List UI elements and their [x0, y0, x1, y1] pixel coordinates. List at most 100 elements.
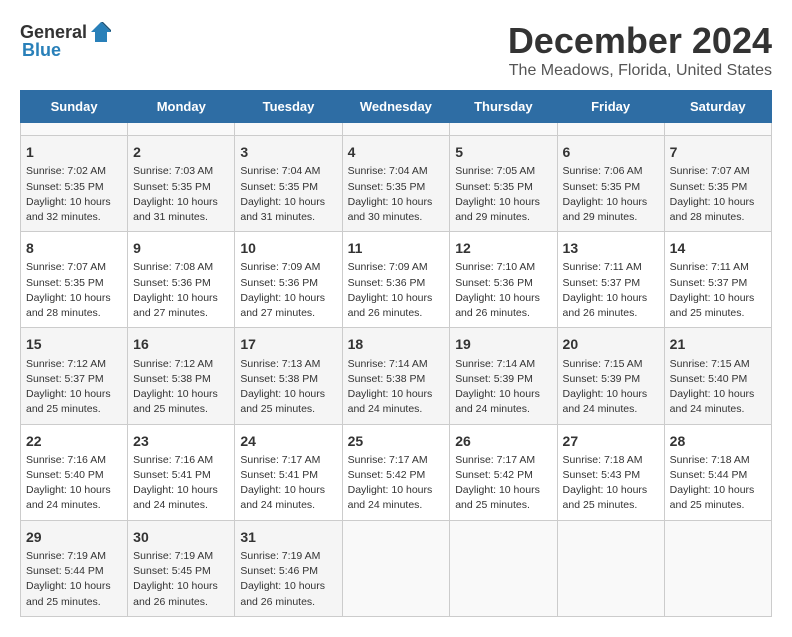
calendar-day-cell: 21Sunrise: 7:15 AMSunset: 5:40 PMDayligh… [664, 328, 771, 424]
sunset-text: Sunset: 5:42 PM [348, 468, 445, 483]
day-number: 23 [133, 431, 229, 451]
logo: General Blue [20, 20, 115, 61]
sunset-text: Sunset: 5:45 PM [133, 564, 229, 579]
calendar-day-cell [557, 123, 664, 136]
calendar-day-cell: 8Sunrise: 7:07 AMSunset: 5:35 PMDaylight… [21, 232, 128, 328]
day-number: 24 [240, 431, 336, 451]
calendar-day-cell: 1Sunrise: 7:02 AMSunset: 5:35 PMDaylight… [21, 136, 128, 232]
sunset-text: Sunset: 5:35 PM [670, 180, 766, 195]
calendar-header-cell-wednesday: Wednesday [342, 91, 450, 123]
sunrise-text: Sunrise: 7:17 AM [240, 453, 336, 468]
daylight-text: Daylight: 10 hours and 24 minutes. [348, 387, 445, 417]
calendar-day-cell [664, 520, 771, 616]
calendar-day-cell: 7Sunrise: 7:07 AMSunset: 5:35 PMDaylight… [664, 136, 771, 232]
day-number: 20 [563, 334, 659, 354]
sunset-text: Sunset: 5:37 PM [26, 372, 122, 387]
calendar-week-row: 1Sunrise: 7:02 AMSunset: 5:35 PMDaylight… [21, 136, 772, 232]
sunrise-text: Sunrise: 7:13 AM [240, 357, 336, 372]
day-number: 3 [240, 142, 336, 162]
sunset-text: Sunset: 5:35 PM [133, 180, 229, 195]
day-number: 10 [240, 238, 336, 258]
sunrise-text: Sunrise: 7:14 AM [348, 357, 445, 372]
calendar-day-cell [21, 123, 128, 136]
daylight-text: Daylight: 10 hours and 26 minutes. [348, 291, 445, 321]
main-title: December 2024 [508, 20, 772, 62]
sunset-text: Sunset: 5:36 PM [133, 276, 229, 291]
sunrise-text: Sunrise: 7:03 AM [133, 164, 229, 179]
calendar-day-cell: 31Sunrise: 7:19 AMSunset: 5:46 PMDayligh… [235, 520, 342, 616]
daylight-text: Daylight: 10 hours and 25 minutes. [670, 291, 766, 321]
title-area: December 2024 The Meadows, Florida, Unit… [508, 20, 772, 80]
day-number: 26 [455, 431, 551, 451]
calendar-week-row: 15Sunrise: 7:12 AMSunset: 5:37 PMDayligh… [21, 328, 772, 424]
sunset-text: Sunset: 5:36 PM [348, 276, 445, 291]
sunset-text: Sunset: 5:39 PM [455, 372, 551, 387]
sunrise-text: Sunrise: 7:19 AM [240, 549, 336, 564]
sunset-text: Sunset: 5:41 PM [133, 468, 229, 483]
day-number: 11 [348, 238, 445, 258]
sunset-text: Sunset: 5:46 PM [240, 564, 336, 579]
sunset-text: Sunset: 5:37 PM [670, 276, 766, 291]
day-number: 31 [240, 527, 336, 547]
daylight-text: Daylight: 10 hours and 31 minutes. [133, 195, 229, 225]
sunset-text: Sunset: 5:35 PM [240, 180, 336, 195]
calendar-day-cell: 9Sunrise: 7:08 AMSunset: 5:36 PMDaylight… [128, 232, 235, 328]
calendar-day-cell: 28Sunrise: 7:18 AMSunset: 5:44 PMDayligh… [664, 424, 771, 520]
sunset-text: Sunset: 5:38 PM [133, 372, 229, 387]
calendar-day-cell: 2Sunrise: 7:03 AMSunset: 5:35 PMDaylight… [128, 136, 235, 232]
sunset-text: Sunset: 5:44 PM [26, 564, 122, 579]
sunrise-text: Sunrise: 7:17 AM [348, 453, 445, 468]
day-number: 14 [670, 238, 766, 258]
sunrise-text: Sunrise: 7:07 AM [670, 164, 766, 179]
sunrise-text: Sunrise: 7:12 AM [26, 357, 122, 372]
day-number: 4 [348, 142, 445, 162]
calendar-week-row: 22Sunrise: 7:16 AMSunset: 5:40 PMDayligh… [21, 424, 772, 520]
sunrise-text: Sunrise: 7:16 AM [133, 453, 229, 468]
calendar-day-cell: 5Sunrise: 7:05 AMSunset: 5:35 PMDaylight… [450, 136, 557, 232]
sunset-text: Sunset: 5:35 PM [563, 180, 659, 195]
sunrise-text: Sunrise: 7:09 AM [348, 260, 445, 275]
calendar-day-cell: 17Sunrise: 7:13 AMSunset: 5:38 PMDayligh… [235, 328, 342, 424]
sunrise-text: Sunrise: 7:10 AM [455, 260, 551, 275]
daylight-text: Daylight: 10 hours and 25 minutes. [133, 387, 229, 417]
daylight-text: Daylight: 10 hours and 24 minutes. [563, 387, 659, 417]
calendar-header-cell-thursday: Thursday [450, 91, 557, 123]
daylight-text: Daylight: 10 hours and 32 minutes. [26, 195, 122, 225]
daylight-text: Daylight: 10 hours and 27 minutes. [240, 291, 336, 321]
daylight-text: Daylight: 10 hours and 25 minutes. [240, 387, 336, 417]
daylight-text: Daylight: 10 hours and 26 minutes. [563, 291, 659, 321]
sunrise-text: Sunrise: 7:04 AM [348, 164, 445, 179]
day-number: 16 [133, 334, 229, 354]
calendar-header-cell-tuesday: Tuesday [235, 91, 342, 123]
daylight-text: Daylight: 10 hours and 24 minutes. [670, 387, 766, 417]
daylight-text: Daylight: 10 hours and 25 minutes. [455, 483, 551, 513]
daylight-text: Daylight: 10 hours and 26 minutes. [455, 291, 551, 321]
sunrise-text: Sunrise: 7:15 AM [563, 357, 659, 372]
calendar-header-cell-monday: Monday [128, 91, 235, 123]
sunrise-text: Sunrise: 7:14 AM [455, 357, 551, 372]
calendar-header-row: SundayMondayTuesdayWednesdayThursdayFrid… [21, 91, 772, 123]
daylight-text: Daylight: 10 hours and 30 minutes. [348, 195, 445, 225]
day-number: 15 [26, 334, 122, 354]
day-number: 19 [455, 334, 551, 354]
sunset-text: Sunset: 5:38 PM [348, 372, 445, 387]
calendar-day-cell: 13Sunrise: 7:11 AMSunset: 5:37 PMDayligh… [557, 232, 664, 328]
calendar-day-cell [557, 520, 664, 616]
sunrise-text: Sunrise: 7:12 AM [133, 357, 229, 372]
day-number: 5 [455, 142, 551, 162]
sunset-text: Sunset: 5:44 PM [670, 468, 766, 483]
calendar-body: 1Sunrise: 7:02 AMSunset: 5:35 PMDaylight… [21, 123, 772, 617]
calendar-day-cell: 4Sunrise: 7:04 AMSunset: 5:35 PMDaylight… [342, 136, 450, 232]
daylight-text: Daylight: 10 hours and 31 minutes. [240, 195, 336, 225]
calendar-day-cell: 26Sunrise: 7:17 AMSunset: 5:42 PMDayligh… [450, 424, 557, 520]
calendar-day-cell [450, 123, 557, 136]
sunset-text: Sunset: 5:42 PM [455, 468, 551, 483]
day-number: 7 [670, 142, 766, 162]
calendar-day-cell: 12Sunrise: 7:10 AMSunset: 5:36 PMDayligh… [450, 232, 557, 328]
day-number: 8 [26, 238, 122, 258]
calendar-day-cell: 6Sunrise: 7:06 AMSunset: 5:35 PMDaylight… [557, 136, 664, 232]
sunrise-text: Sunrise: 7:04 AM [240, 164, 336, 179]
sunset-text: Sunset: 5:35 PM [455, 180, 551, 195]
day-number: 28 [670, 431, 766, 451]
calendar-day-cell: 24Sunrise: 7:17 AMSunset: 5:41 PMDayligh… [235, 424, 342, 520]
